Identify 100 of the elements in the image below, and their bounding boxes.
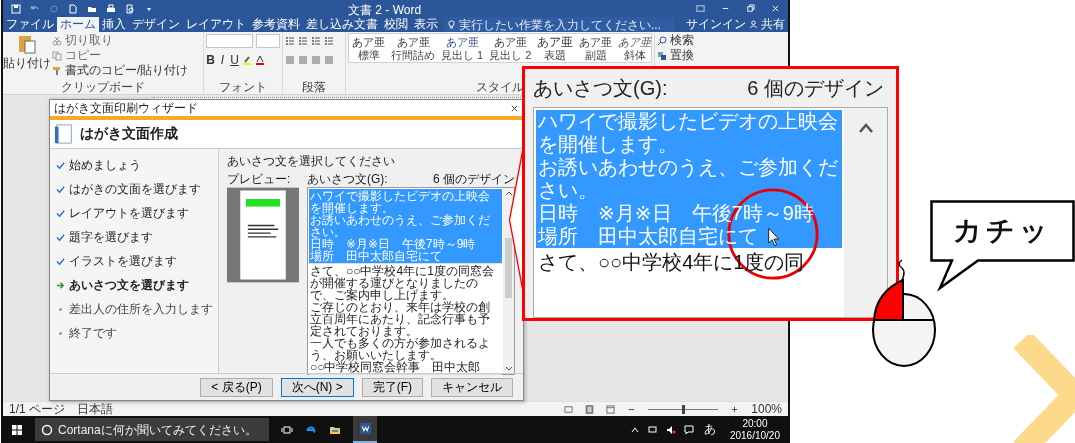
- read-mode-icon[interactable]: [564, 404, 574, 414]
- zoom-level: 100%: [751, 402, 782, 416]
- greeting-line: ご存じのとおり、来年は学校の創立百周年にあたり、記念行事も予定されております。: [310, 301, 491, 337]
- postcard-icon: [54, 123, 74, 145]
- ribbon-tab[interactable]: 挿入: [99, 17, 129, 32]
- chevron-down-icon[interactable]: [504, 366, 513, 372]
- clock-time: 20:00: [742, 417, 768, 430]
- style-item[interactable]: あア亜 見出し 2: [486, 34, 535, 62]
- scissors-icon: [52, 35, 62, 46]
- print-preview-icon[interactable]: [125, 3, 135, 14]
- greeting-line: 一人でも多くの方が参加されるよう、お願いいたします。: [310, 337, 491, 361]
- prompt-text: あいさつ文を選択してください: [227, 153, 396, 169]
- preview-label: プレビュー:: [227, 171, 292, 187]
- format-button[interactable]: U: [230, 52, 239, 67]
- chevron-up-icon[interactable]: [857, 122, 874, 134]
- scrollbar[interactable]: [844, 108, 887, 317]
- sign-in-link[interactable]: サインイン: [683, 16, 749, 33]
- network-icon[interactable]: [647, 424, 658, 435]
- web-layout-icon[interactable]: [606, 404, 616, 414]
- message-icon[interactable]: [683, 424, 694, 435]
- ribbon-tab[interactable]: 差し込み文書: [303, 17, 381, 32]
- style-item[interactable]: あア亜 表題: [534, 34, 577, 62]
- design-count: 6 個のデザイン: [747, 76, 884, 101]
- wizard-step: あいさつ文を選びます: [69, 276, 189, 294]
- format-painter-button[interactable]: 書式のコピー/貼り付け: [65, 62, 189, 79]
- ribbon-tab[interactable]: ファイル: [3, 17, 57, 32]
- wizard-step: レイアウトを選びます: [69, 204, 189, 222]
- cut-button[interactable]: 切り取り: [65, 32, 113, 49]
- replace-button[interactable]: 置換: [670, 47, 694, 64]
- greeting-line: ○○中学校同窓会幹事 田中太郎: [310, 361, 482, 373]
- plus-icon[interactable]: [730, 404, 740, 414]
- ring-icon: [41, 423, 53, 436]
- format-button[interactable]: I: [218, 52, 227, 67]
- style-item[interactable]: あア亜 斜体: [615, 34, 655, 62]
- word-taskbar-button[interactable]: [353, 416, 377, 443]
- new-document-icon[interactable]: [68, 3, 78, 14]
- restore-icon[interactable]: [746, 4, 755, 13]
- print-layout-icon[interactable]: [585, 404, 595, 414]
- wizard-step: 終了です: [69, 324, 117, 342]
- dialog-button[interactable]: 完了(F): [361, 377, 423, 397]
- tell-me-field[interactable]: 実行したい作業を入力してください...: [444, 17, 675, 32]
- dialog-button[interactable]: 次へ(N) >: [280, 377, 354, 397]
- wizard-step: 差出人の住所を入力します: [69, 300, 213, 318]
- cortana-search-field[interactable]: Cortanaに何か聞いてみてください。: [35, 418, 269, 441]
- check-icon: [56, 184, 65, 194]
- list-icon[interactable]: [324, 35, 334, 46]
- font-color-icon[interactable]: [255, 54, 265, 65]
- greeting-item[interactable]: さて、○○中学校4年に1度の同窓会が開催する運びとなりましたので、ご案内申し上げます。 ご存じのとおり、来年は学校の創立百周年にあたり、記念行事も予定されております。 一人でも多くの方が参加されるよう、お願いいたします。 ○○中学校同窓会幹事 田中太郎: [309, 264, 502, 375]
- find-button[interactable]: 検索: [670, 32, 694, 49]
- browser-icon[interactable]: [305, 423, 317, 436]
- close-icon[interactable]: [510, 103, 519, 113]
- share-button[interactable]: 共有: [758, 16, 788, 33]
- greeting-list-label: あいさつ文(G):: [307, 171, 388, 187]
- greeting-line: お誘いあわせのうえ、ご参加ください。: [310, 214, 491, 238]
- check-icon: [56, 232, 65, 242]
- ribbon-tab[interactable]: 表示: [411, 17, 441, 32]
- wizard-step: 始めましょう: [69, 156, 141, 174]
- dialog-button[interactable]: キャンセル: [431, 377, 513, 397]
- list-icon[interactable]: [311, 35, 321, 46]
- dialog-button[interactable]: < 戻る(P): [200, 377, 273, 397]
- style-item[interactable]: あア亜 副題: [576, 34, 616, 62]
- dialog-title: はがき文面印刷ウィザード: [54, 99, 198, 117]
- ribbon-display-icon[interactable]: [696, 4, 705, 13]
- format-button[interactable]: B: [206, 52, 215, 67]
- copy-button[interactable]: コピー: [65, 47, 101, 64]
- scrollbar[interactable]: [503, 188, 514, 374]
- style-item[interactable]: あア亜 行間詰め: [388, 34, 438, 62]
- replace-icon: [657, 50, 667, 61]
- scrollbar-thumb[interactable]: [505, 238, 512, 298]
- style-item[interactable]: あア亜 見出し 1: [438, 34, 487, 62]
- wizard-step: はがきの文面を選びます: [69, 180, 201, 198]
- greeting-line: 日時 ※月※日 午後7時～9時: [310, 238, 477, 250]
- person-icon: [749, 20, 758, 29]
- windows-logo-icon[interactable]: [11, 423, 23, 436]
- ime-indicator[interactable]: あ: [701, 421, 718, 438]
- greeting-line: お誘いあわせのうえ、ご参加ください。: [538, 156, 839, 202]
- page-count: 1/1 ページ: [9, 400, 65, 418]
- chevron-up-icon[interactable]: [504, 190, 513, 196]
- ribbon-tab[interactable]: レイアウト: [183, 17, 249, 32]
- highlighter-icon[interactable]: [242, 54, 252, 65]
- list-icon[interactable]: [298, 35, 308, 46]
- wizard-step: イラストを選びます: [69, 252, 177, 270]
- save-icon[interactable]: [11, 3, 21, 14]
- style-item[interactable]: あア亜 標準: [349, 34, 388, 62]
- slider-thumb[interactable]: [682, 404, 686, 414]
- check-icon: [56, 208, 65, 218]
- ribbon-tab[interactable]: デザイン: [129, 17, 183, 32]
- task-view-icon[interactable]: [281, 423, 293, 436]
- greeting-line: ハワイで撮影したビデオの上映会を開催します。: [538, 110, 839, 156]
- greeting-line: 場所 田中太郎自宅にて: [310, 250, 442, 262]
- paste-button[interactable]: 貼り付け: [5, 33, 49, 81]
- print-icon[interactable]: [106, 3, 116, 14]
- ribbon-tab[interactable]: 校閲: [381, 17, 411, 32]
- speaker-icon[interactable]: [665, 424, 676, 435]
- ribbon-tab[interactable]: ホーム: [57, 17, 99, 32]
- check-icon: [56, 160, 65, 170]
- group-label: クリップボード: [61, 81, 145, 94]
- ribbon-tab[interactable]: 参考資料: [249, 17, 303, 32]
- check-icon: [56, 256, 65, 266]
- list-icon[interactable]: [285, 35, 295, 46]
